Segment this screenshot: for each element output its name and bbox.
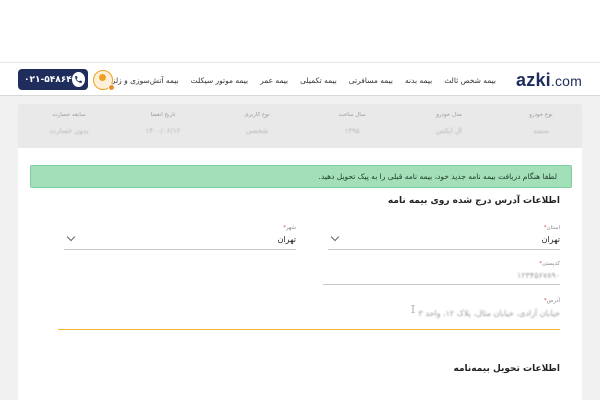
city-select[interactable]: شهر* تهران xyxy=(64,225,296,250)
address-label: آدرس* xyxy=(543,298,560,304)
province-value: تهران xyxy=(541,235,560,244)
vehicle-summary-bar: نوع خودرو سمند مدل خودرو ال ایکس سال ساخ… xyxy=(18,104,582,148)
summary-value: شخصی xyxy=(245,127,269,135)
nav-item-body[interactable]: بیمه بدنه xyxy=(405,76,432,85)
chevron-down-icon xyxy=(330,232,340,242)
notification-dot xyxy=(108,84,115,91)
summary-label: مدل خودرو xyxy=(436,112,462,118)
delivery-section-title: اطلاعات تحویل بیمه‌نامه xyxy=(453,364,561,374)
postal-code-label: کدپستی* xyxy=(539,261,560,267)
nav-item-third-party[interactable]: بیمه شخص ثالث xyxy=(444,76,496,85)
nav-item-life[interactable]: بیمه عمر xyxy=(260,76,288,85)
summary-label: تاریخ انقضا xyxy=(150,112,176,118)
text-cursor-icon xyxy=(411,305,415,313)
summary-label: سال ساخت xyxy=(338,112,366,118)
summary-item: تاریخ انقضا ۱۴۰۰/۰۶/۱۲ xyxy=(128,112,198,135)
site-header: azki.com بیمه شخص ثالث بیمه بدنه بیمه مس… xyxy=(0,62,600,96)
summary-label: نوع کاربری xyxy=(244,112,270,118)
address-form-card: لطفا هنگام دریافت بیمه نامه جدید خود، بی… xyxy=(18,148,582,400)
address-value: خیابان آزادی، خیابان مثال، پلاک ۱۲، واحد… xyxy=(418,309,560,318)
azki-logo[interactable]: azki.com xyxy=(516,70,582,91)
address-section-title: اطلاعات آدرس درج شده روی بیمه نامه xyxy=(387,196,560,206)
summary-value: بدون خسارت xyxy=(49,127,89,135)
phone-icon xyxy=(71,72,85,87)
phone-number: ۰۲۱-۵۴۸۶۴ xyxy=(24,74,72,85)
postal-code-input[interactable]: کدپستی* ۱۲۳۴۵۶۷۸۹۰ xyxy=(323,261,560,285)
city-label: شهر* xyxy=(283,225,296,231)
city-value: تهران xyxy=(277,235,296,244)
summary-item: سال ساخت ۱۳۹۵ xyxy=(317,112,387,135)
nav-item-travel[interactable]: بیمه مسافرتی xyxy=(349,76,393,85)
phone-button[interactable]: ۰۲۱-۵۴۸۶۴ xyxy=(18,69,88,90)
summary-label: نوع خودرو xyxy=(529,112,553,118)
summary-label: سابقه خسارت xyxy=(52,112,86,118)
summary-value: ۱۴۰۰/۰۶/۱۲ xyxy=(145,127,181,135)
browser-top-area xyxy=(0,0,600,62)
summary-item: مدل خودرو ال ایکس xyxy=(414,112,484,135)
summary-value: ۱۳۹۵ xyxy=(344,127,360,135)
chevron-down-icon xyxy=(66,232,76,242)
main-nav: بیمه شخص ثالث بیمه بدنه بیمه مسافرتی بیم… xyxy=(105,63,496,97)
delivery-notice-alert: لطفا هنگام دریافت بیمه نامه جدید خود، بی… xyxy=(30,165,572,188)
province-select[interactable]: استان* تهران xyxy=(328,225,560,250)
nav-item-motorcycle[interactable]: بیمه موتور سیکلت xyxy=(191,76,249,85)
province-label: استان* xyxy=(543,225,560,231)
summary-item: سابقه خسارت بدون خسارت xyxy=(34,112,104,135)
summary-item: نوع کاربری شخصی xyxy=(222,112,292,135)
address-input[interactable]: آدرس* خیابان آزادی، خیابان مثال، پلاک ۱۲… xyxy=(58,298,560,330)
summary-value: ال ایکس xyxy=(436,127,462,135)
nav-item-supplementary[interactable]: بیمه تکمیلی xyxy=(300,76,337,85)
user-avatar-icon[interactable] xyxy=(93,70,115,91)
summary-item: نوع خودرو سمند xyxy=(506,112,576,135)
postal-code-value: ۱۲۳۴۵۶۷۸۹۰ xyxy=(517,271,560,280)
summary-value: سمند xyxy=(533,127,549,135)
nav-item-fire-earthquake[interactable]: بیمه آتش‌سوزی و زلزله xyxy=(105,76,178,85)
